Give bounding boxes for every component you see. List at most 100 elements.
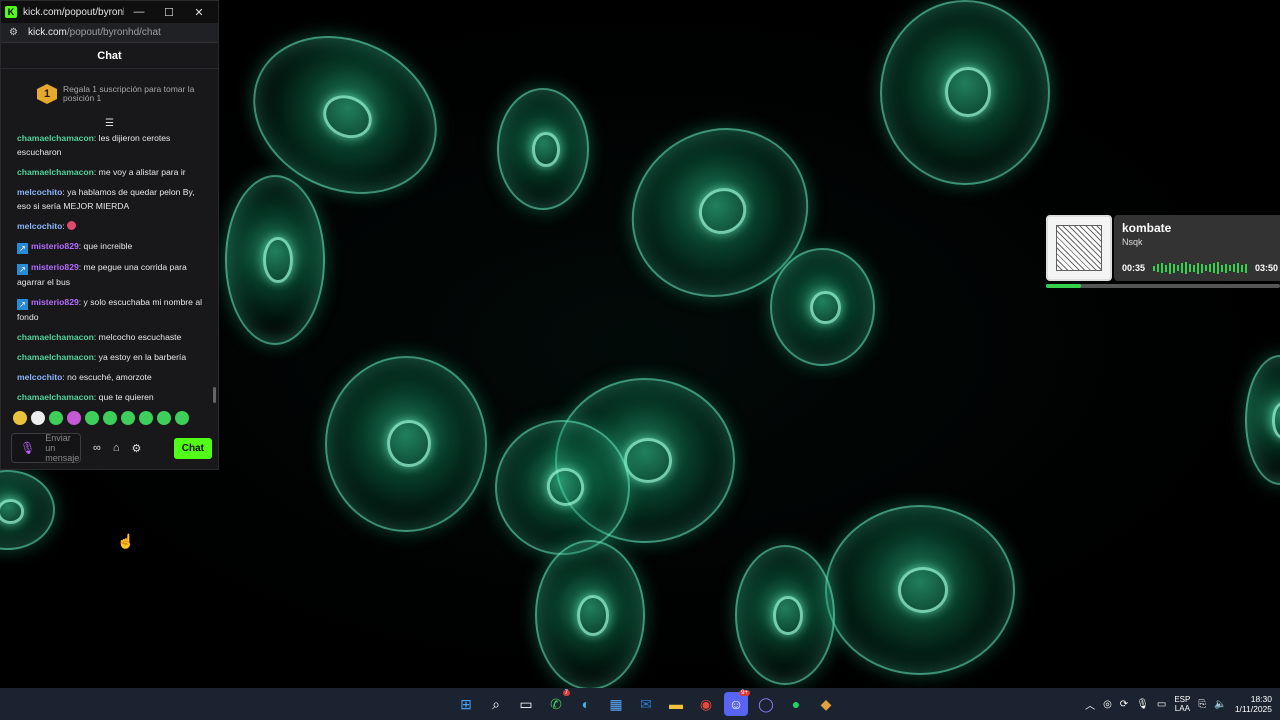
jellyfish-wallpaper-shape: [1245, 355, 1280, 485]
display-icon[interactable]: ▭: [1157, 699, 1166, 710]
close-button[interactable]: ✕: [184, 6, 214, 19]
chat-input[interactable]: 🎙 Enviar un mensaje: [11, 433, 81, 463]
minimize-button[interactable]: —: [124, 6, 154, 18]
chat-message: melcochito: no escuché, amorzote: [17, 370, 208, 384]
chat-scrollbar[interactable]: [213, 387, 216, 403]
emote-icon[interactable]: [175, 411, 189, 425]
send-chat-button[interactable]: Chat: [173, 437, 212, 459]
jellyfish-wallpaper-shape: [325, 356, 487, 532]
waveform-bar: [1225, 263, 1228, 273]
spotify-icon[interactable]: ●: [784, 692, 808, 716]
emote-icon[interactable]: [121, 411, 135, 425]
start-windows-icon[interactable]: ⊞: [454, 692, 478, 716]
store-icon[interactable]: ⌂: [113, 442, 120, 454]
chat-username[interactable]: chamaelchamacon: [17, 352, 94, 362]
artist-name: Nsqk: [1122, 237, 1143, 247]
chat-message: ↗ misterio829: me pegue una corrida para …: [17, 260, 208, 289]
jellyfish-wallpaper-shape: [770, 248, 875, 366]
album-art: [1056, 225, 1102, 271]
volume-icon[interactable]: 🔈: [1214, 699, 1226, 710]
chat-message: chamaelchamacon: me voy a alistar para i…: [17, 165, 208, 179]
chat-message: ↗ misterio829: que increible: [17, 239, 208, 254]
address-bar[interactable]: ⚙ kick.com /popout/byronhd/chat: [1, 23, 218, 43]
rank-badge-icon: 1: [37, 84, 57, 104]
maximize-button[interactable]: ☐: [154, 6, 184, 19]
language-indicator[interactable]: ESP LAA: [1174, 695, 1190, 713]
url-path: /popout/byronhd/chat: [66, 27, 161, 38]
microphone-icon[interactable]: 🎙: [20, 441, 35, 455]
file-explorer-icon[interactable]: ▬: [664, 692, 688, 716]
kick-chat-popout-window: K kick.com/popout/byronhd/c... — ☐ ✕ ⚙ k…: [0, 0, 219, 470]
waveform-bar: [1197, 262, 1200, 274]
jellyfish-wallpaper-shape: [497, 88, 589, 210]
song-title: kombate: [1122, 221, 1172, 235]
emote-icon[interactable]: [157, 411, 171, 425]
infinity-icon[interactable]: ∞: [93, 442, 101, 454]
emote-icon[interactable]: [31, 411, 45, 425]
clock-date: 1/11/2025: [1234, 704, 1272, 714]
gear-icon[interactable]: ⚙: [132, 442, 142, 455]
microphone-icon[interactable]: 🎙: [1136, 699, 1149, 710]
waveform-bar: [1181, 263, 1184, 273]
taskbar-apps: ⊞ ⌕ ▭ ✆ 7 ◐ ▦ ✉ ▬ ◉ ☺ 9+ ◯ ● ◆: [454, 690, 838, 716]
album-cover: [1046, 215, 1112, 281]
sync-icon[interactable]: ⟳: [1120, 699, 1128, 710]
chat-username[interactable]: chamaelchamacon: [17, 167, 94, 177]
game-app-icon[interactable]: ◆: [814, 692, 838, 716]
chat-username[interactable]: melcochito: [17, 187, 62, 197]
whatsapp-badge: 7: [562, 690, 570, 696]
chat-message-text: : me voy a alistar para ir: [93, 167, 186, 177]
now-playing-widget: kombate Nsqk 00:35 03:50: [1046, 215, 1280, 288]
emote-icon[interactable]: [139, 411, 153, 425]
site-settings-icon[interactable]: ⚙: [9, 27, 18, 38]
tray-app-icon[interactable]: ◎: [1103, 699, 1112, 710]
chat-username[interactable]: chamaelchamacon: [17, 392, 94, 402]
emote-icon[interactable]: [103, 411, 117, 425]
promo-text: Regala 1 suscripción para tomar la posic…: [63, 84, 195, 103]
jellyfish-wallpaper-shape: [735, 545, 835, 685]
waveform-bar: [1245, 263, 1248, 273]
collapse-icon[interactable]: ☰: [1, 119, 218, 131]
waveform-bar: [1153, 265, 1156, 271]
gift-sub-promo[interactable]: 1 Regala 1 suscripción para tomar la pos…: [1, 69, 218, 119]
clock[interactable]: 18:30 1/11/2025: [1235, 694, 1272, 714]
chat-username[interactable]: misterio829: [31, 297, 79, 307]
waveform-bar: [1157, 264, 1160, 272]
chrome-icon[interactable]: ◉: [694, 692, 718, 716]
chat-username[interactable]: chamaelchamacon: [17, 133, 94, 143]
chat-username[interactable]: chamaelchamacon: [17, 332, 94, 342]
waveform-bar: [1221, 264, 1224, 272]
search-icon[interactable]: ⌕: [484, 692, 508, 716]
chat-message: ↗ misterio829: y solo escuchaba mi nombre…: [17, 295, 208, 324]
window-titlebar[interactable]: K kick.com/popout/byronhd/c... — ☐ ✕: [1, 1, 218, 23]
emote-icon[interactable]: [13, 411, 27, 425]
chat-username[interactable]: misterio829: [31, 241, 79, 251]
chat-message-text: : que te quieren: [93, 392, 154, 402]
chat-messages: chamaelchamacon: les dijieron cerotes es…: [1, 131, 218, 404]
jellyfish-wallpaper-shape: [225, 175, 325, 345]
emote-icon[interactable]: [49, 411, 63, 425]
network-icon[interactable]: ⎘: [1198, 699, 1206, 710]
emote-icon[interactable]: [67, 411, 81, 425]
playback-progress-bar: [1046, 284, 1280, 288]
chat-message: chamaelchamacon: ya estoy en la barbería: [17, 350, 208, 364]
chevron-up-icon[interactable]: ︿: [1085, 697, 1095, 712]
waveform-bar: [1177, 265, 1180, 271]
keyboard-layout: LAA: [1174, 704, 1190, 713]
whatsapp-icon[interactable]: ✆ 7: [544, 690, 570, 716]
edge-icon[interactable]: ◐: [574, 692, 598, 716]
outlook-icon[interactable]: ✉: [634, 692, 658, 716]
jellyfish-wallpaper-shape: [535, 540, 645, 688]
chat-username[interactable]: melcochito: [17, 221, 62, 231]
chat-message-text: : ya estoy en la barbería: [93, 352, 187, 362]
waveform-bar: [1237, 263, 1240, 273]
total-duration: 03:50: [1255, 263, 1279, 273]
task-view-icon[interactable]: ▭: [514, 692, 538, 716]
app-icon[interactable]: ◯: [754, 692, 778, 716]
emote-icon[interactable]: [85, 411, 99, 425]
waveform-bar: [1185, 262, 1188, 274]
chat-username[interactable]: misterio829: [31, 262, 79, 272]
store-icon[interactable]: ▦: [604, 692, 628, 716]
chat-username[interactable]: melcochito: [17, 372, 62, 382]
discord-icon[interactable]: ☺ 9+: [724, 690, 750, 716]
